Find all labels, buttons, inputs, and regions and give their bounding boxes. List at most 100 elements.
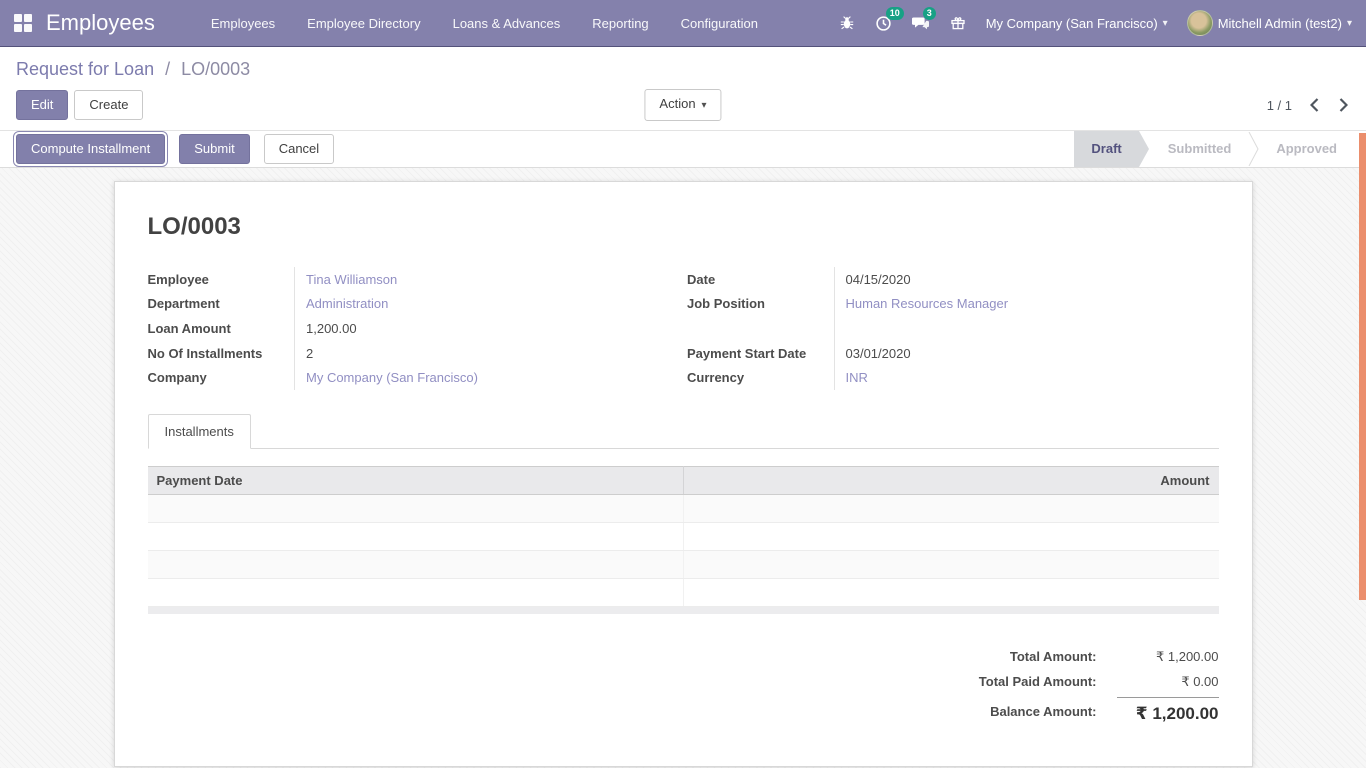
column-amount[interactable]: Amount: [683, 466, 1219, 494]
breadcrumb-parent-link[interactable]: Request for Loan: [16, 59, 154, 79]
form-view-background: LO/0003 Employee Tina Williamson Departm…: [0, 168, 1366, 768]
field-currency: Currency INR: [687, 365, 1219, 390]
field-label: Department: [148, 292, 295, 317]
state-draft[interactable]: Draft: [1074, 131, 1138, 167]
tab-installments[interactable]: Installments: [148, 414, 251, 449]
field-label: No Of Installments: [148, 341, 295, 366]
balance-amount-label: Balance Amount:: [990, 699, 1096, 724]
field-value: 03/01/2020: [834, 341, 1219, 366]
main-menu: Employees Employee Directory Loans & Adv…: [211, 16, 758, 31]
table-row: [148, 550, 1219, 578]
total-amount-row: Total Amount: ₹ 1,200.00: [979, 644, 1219, 669]
message-count-badge: 3: [923, 7, 936, 20]
breadcrumb-separator: /: [165, 59, 170, 79]
table-footer-row: [148, 606, 1219, 614]
field-label: Company: [148, 365, 295, 390]
field-value: 2: [295, 341, 684, 366]
field-group: Employee Tina Williamson Department Admi…: [148, 267, 1219, 390]
installments-table: Payment Date Amount: [148, 466, 1219, 615]
field-value-link[interactable]: My Company (San Francisco): [295, 365, 684, 390]
edit-button[interactable]: Edit: [16, 90, 68, 120]
user-label: Mitchell Admin (test2): [1218, 16, 1342, 31]
field-label: Job Position: [687, 292, 834, 317]
action-dropdown-button[interactable]: Action▾: [644, 89, 721, 121]
field-label: Currency: [687, 365, 834, 390]
statusbar-states: Draft Submitted Approved: [1074, 131, 1354, 167]
field-payment-start-date: Payment Start Date 03/01/2020: [687, 341, 1219, 366]
state-approved[interactable]: Approved: [1259, 131, 1354, 167]
balance-amount-row: Balance Amount: ₹ 1,200.00: [979, 697, 1219, 726]
apps-grid-icon[interactable]: [14, 14, 34, 32]
menu-item-loans-advances[interactable]: Loans & Advances: [453, 16, 561, 31]
app-title[interactable]: Employees: [46, 10, 155, 36]
navbar-systray: 10 3 My Company (San Francisco) ▾ Mitche…: [838, 10, 1352, 36]
field-department: Department Administration: [148, 292, 684, 317]
messages-chat-icon[interactable]: 3: [912, 14, 930, 32]
total-amount-value: ₹ 1,200.00: [1117, 644, 1219, 669]
submit-button[interactable]: Submit: [179, 134, 249, 164]
notebook-tabbar: Installments: [148, 414, 1219, 449]
total-amount-label: Total Amount:: [1010, 644, 1097, 669]
field-label: Loan Amount: [148, 316, 295, 341]
column-payment-date[interactable]: Payment Date: [148, 466, 684, 494]
record-title: LO/0003: [148, 213, 1219, 241]
control-panel: Edit Create Action▾ 1 / 1: [0, 82, 1366, 130]
table-row: [148, 578, 1219, 606]
pager-value[interactable]: 1 / 1: [1267, 98, 1292, 113]
field-value: 04/15/2020: [834, 267, 1219, 292]
state-separator-icon: [1248, 132, 1259, 166]
form-sheet: LO/0003 Employee Tina Williamson Departm…: [114, 181, 1253, 767]
user-avatar: [1187, 10, 1213, 36]
company-label: My Company (San Francisco): [986, 16, 1158, 31]
activity-clock-icon[interactable]: 10: [875, 14, 893, 32]
field-label: Payment Start Date: [687, 341, 834, 366]
menu-item-employee-directory[interactable]: Employee Directory: [307, 16, 420, 31]
breadcrumb: Request for Loan / LO/0003: [0, 47, 1366, 82]
field-employee: Employee Tina Williamson: [148, 267, 684, 292]
pager-previous-icon[interactable]: [1308, 96, 1321, 114]
chevron-down-icon: ▾: [702, 100, 707, 111]
field-spacer-row: [687, 316, 1219, 341]
field-group-left: Employee Tina Williamson Department Admi…: [148, 267, 684, 390]
chevron-down-icon: ▾: [1163, 18, 1168, 29]
total-paid-amount-label: Total Paid Amount:: [979, 669, 1097, 694]
balance-amount-value: ₹ 1,200.00: [1117, 697, 1219, 726]
total-paid-amount-value: ₹ 0.00: [1117, 669, 1219, 694]
state-submitted[interactable]: Submitted: [1151, 131, 1249, 167]
breadcrumb-current: LO/0003: [181, 59, 250, 79]
field-label: Date: [687, 267, 834, 292]
field-company: Company My Company (San Francisco): [148, 365, 684, 390]
gift-icon[interactable]: [949, 14, 967, 32]
total-paid-amount-row: Total Paid Amount: ₹ 0.00: [979, 669, 1219, 694]
menu-item-reporting[interactable]: Reporting: [592, 16, 648, 31]
table-header-row: Payment Date Amount: [148, 466, 1219, 494]
activity-count-badge: 10: [886, 7, 904, 20]
menu-item-configuration[interactable]: Configuration: [681, 16, 758, 31]
cancel-button[interactable]: Cancel: [264, 134, 334, 164]
field-date: Date 04/15/2020: [687, 267, 1219, 292]
user-menu[interactable]: Mitchell Admin (test2) ▾: [1187, 10, 1352, 36]
menu-item-employees[interactable]: Employees: [211, 16, 275, 31]
field-job-position: Job Position Human Resources Manager: [687, 292, 1219, 317]
table-row: [148, 522, 1219, 550]
pager: 1 / 1: [1267, 96, 1350, 114]
field-no-of-installments: No Of Installments 2: [148, 341, 684, 366]
field-value-link[interactable]: Human Resources Manager: [834, 292, 1219, 317]
field-value-link[interactable]: INR: [834, 365, 1219, 390]
totals-block: Total Amount: ₹ 1,200.00 Total Paid Amou…: [979, 644, 1219, 726]
field-value: 1,200.00: [295, 316, 684, 341]
vertical-scrollbar-thumb[interactable]: [1359, 133, 1366, 600]
field-value-link[interactable]: Tina Williamson: [295, 267, 684, 292]
form-statusbar: Compute Installment Submit Cancel Draft …: [0, 130, 1366, 168]
field-loan-amount: Loan Amount 1,200.00: [148, 316, 684, 341]
company-switcher[interactable]: My Company (San Francisco) ▾: [986, 16, 1168, 31]
create-button[interactable]: Create: [74, 90, 143, 120]
compute-installment-button[interactable]: Compute Installment: [16, 134, 165, 164]
chevron-down-icon: ▾: [1347, 18, 1352, 29]
top-navbar: Employees Employees Employee Directory L…: [0, 0, 1366, 47]
debug-bug-icon[interactable]: [838, 14, 856, 32]
field-value-link[interactable]: Administration: [295, 292, 684, 317]
pager-next-icon[interactable]: [1337, 96, 1350, 114]
field-group-right: Date 04/15/2020 Job Position Human Resou…: [683, 267, 1219, 390]
field-label: Employee: [148, 267, 295, 292]
